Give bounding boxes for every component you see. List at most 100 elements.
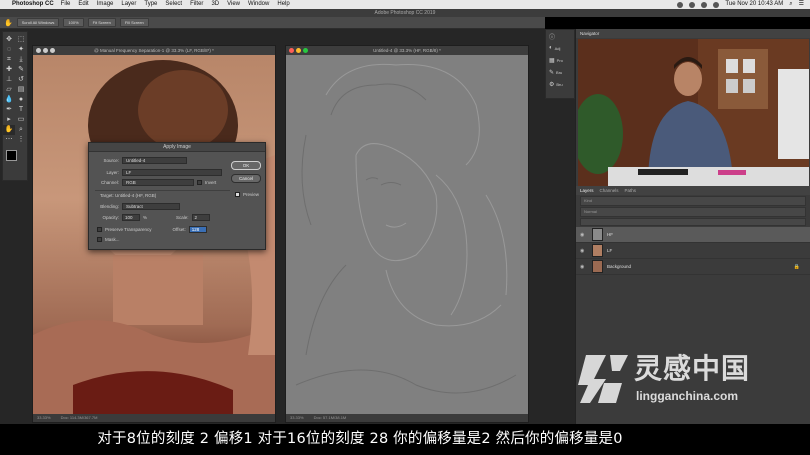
document-tab[interactable]: @ Manual Frequency Separation-1 @ 33.3% …	[33, 46, 275, 55]
menu-edit[interactable]: Edit	[78, 0, 88, 9]
app-menu[interactable]: Photoshop CC	[12, 0, 54, 9]
lock-icon[interactable]: 🔒	[794, 264, 800, 270]
wifi-icon[interactable]	[701, 1, 708, 8]
document-window-hf[interactable]: Untitled-4 @ 33.3% (HF, RGB/8) * 33.33% …	[285, 45, 529, 423]
foreground-color[interactable]	[6, 150, 17, 161]
type-tool-icon[interactable]: T	[15, 105, 27, 115]
history-brush-icon[interactable]: ↺	[15, 75, 27, 85]
status-icon[interactable]	[689, 1, 696, 8]
menu-file[interactable]: File	[61, 0, 71, 9]
fit-screen-button[interactable]: Fit Screen	[87, 18, 116, 27]
menu-help[interactable]: Help	[277, 0, 289, 9]
more-tools-icon[interactable]: ⋯	[3, 135, 15, 145]
cancel-button[interactable]: Cancel	[231, 174, 261, 183]
zoom-readout[interactable]: 33.33%	[290, 414, 304, 422]
eye-icon[interactable]: ◉	[580, 248, 588, 254]
blend-mode-select[interactable]: Normal	[580, 207, 806, 217]
lasso-tool-icon[interactable]: ◌	[3, 45, 15, 55]
minimize-icon[interactable]	[296, 48, 301, 53]
lock-controls[interactable]	[580, 218, 806, 226]
battery-icon[interactable]	[713, 1, 720, 8]
zoom-icon[interactable]	[303, 48, 308, 53]
hand-tool-icon[interactable]: ✋	[4, 19, 13, 27]
offset-label: Offset:	[172, 227, 186, 232]
menu-window[interactable]: Window	[248, 0, 269, 9]
preserve-transparency-checkbox[interactable]	[97, 227, 102, 232]
menu-view[interactable]: View	[227, 0, 240, 9]
ok-button[interactable]: OK	[231, 161, 261, 170]
invert-checkbox[interactable]	[197, 180, 202, 185]
brush-tool-icon[interactable]: ✎	[15, 65, 27, 75]
zoom-tool-icon[interactable]: ⌕	[15, 125, 27, 135]
tab-channels[interactable]: Channels	[600, 186, 619, 195]
high-frequency-canvas[interactable]	[286, 55, 528, 415]
close-icon[interactable]	[36, 48, 41, 53]
color-swatches[interactable]	[6, 150, 24, 168]
layer-select[interactable]: LF	[122, 169, 222, 176]
offset-input[interactable]: 128	[188, 226, 207, 233]
eyedropper-icon[interactable]: ⤓	[15, 55, 27, 65]
magic-wand-icon[interactable]: ✦	[15, 45, 27, 55]
doc-size-readout[interactable]: Doc: 114.3M/367.7M	[61, 414, 98, 422]
search-icon[interactable]: ⌕	[789, 0, 792, 9]
gradient-tool-icon[interactable]: ▤	[15, 85, 27, 95]
shape-tool-icon[interactable]: ▭	[15, 115, 27, 125]
close-icon[interactable]	[289, 48, 294, 53]
brush-panel-button[interactable]: ✎ Bru	[546, 66, 574, 78]
menu-type[interactable]: Type	[144, 0, 157, 9]
dodge-tool-icon[interactable]: ●	[15, 95, 27, 105]
zoom-100-button[interactable]: 100%	[63, 18, 84, 27]
layer-row-lf[interactable]: ◉ LF	[576, 243, 810, 259]
eye-icon[interactable]: ◉	[580, 232, 588, 238]
clone-stamp-icon[interactable]: ⊥	[3, 75, 15, 85]
layer-row-background[interactable]: ◉ Background 🔒	[576, 259, 810, 275]
channel-select[interactable]: RGB	[122, 179, 194, 186]
tab-paths[interactable]: Paths	[625, 186, 637, 195]
zoom-readout[interactable]: 33.33%	[37, 414, 51, 422]
menu-image[interactable]: Image	[97, 0, 114, 9]
blur-tool-icon[interactable]: 💧	[3, 95, 15, 105]
mask-checkbox[interactable]	[97, 237, 102, 242]
scale-input[interactable]: 2	[191, 214, 210, 221]
blending-select[interactable]: Subtract	[122, 203, 180, 210]
pen-tool-icon[interactable]: ✒	[3, 105, 15, 115]
window-controls	[36, 48, 55, 53]
layer-row-hf[interactable]: ◉ HF	[576, 227, 810, 243]
menu-layer[interactable]: Layer	[121, 0, 136, 9]
panel-button[interactable]: ⓘ	[546, 30, 574, 42]
minimize-icon[interactable]	[43, 48, 48, 53]
status-icon[interactable]	[677, 1, 684, 8]
healing-brush-icon[interactable]: ✚	[3, 65, 15, 75]
eye-icon[interactable]: ◉	[580, 264, 588, 270]
clock[interactable]: Tue Nov 20 10:43 AM	[725, 0, 783, 9]
tab-layers[interactable]: Layers	[580, 186, 594, 195]
layer-kind-filter[interactable]: Kind	[580, 196, 806, 206]
opacity-scale-row: Opacity: 100 % Scale: 2	[97, 214, 210, 221]
edit-toolbar-icon[interactable]: ⋮	[15, 135, 27, 145]
opacity-input[interactable]: 100	[122, 214, 140, 221]
zoom-icon[interactable]	[50, 48, 55, 53]
preview-checkbox[interactable]	[234, 192, 240, 197]
navigator-panel: Navigator	[575, 29, 810, 186]
doc-size-readout[interactable]: Doc: 57.1M/38.1M	[314, 414, 347, 422]
marquee-tool-icon[interactable]: ⬚	[15, 35, 27, 45]
menu-filter[interactable]: Filter	[190, 0, 203, 9]
eraser-icon[interactable]: ▱	[3, 85, 15, 95]
navigator-tab[interactable]: Navigator	[576, 29, 810, 38]
scroll-all-windows-button[interactable]: Scroll All Windows	[16, 18, 60, 27]
watermark-logo-icon	[578, 355, 628, 403]
crop-tool-icon[interactable]: ⌗	[3, 55, 15, 65]
adjustments-panel-button[interactable]: ◐ Adj	[546, 42, 574, 54]
properties-panel-button[interactable]: ▦ Pro	[546, 54, 574, 66]
menu-select[interactable]: Select	[165, 0, 182, 9]
menu-list-icon[interactable]: ☰	[799, 0, 804, 9]
menu-3d[interactable]: 3D	[211, 0, 219, 9]
move-tool-icon[interactable]: ✥	[3, 35, 15, 45]
hand-tool-icon[interactable]: ✋	[3, 125, 15, 135]
source-select[interactable]: Untitled-4	[122, 157, 187, 164]
presenter-image	[578, 39, 809, 186]
brush-settings-panel-button[interactable]: ⚙ Bru	[546, 78, 574, 90]
path-select-icon[interactable]: ▸	[3, 115, 15, 125]
fill-screen-button[interactable]: Fill Screen	[119, 18, 149, 27]
document-tab[interactable]: Untitled-4 @ 33.3% (HF, RGB/8) *	[286, 46, 528, 55]
